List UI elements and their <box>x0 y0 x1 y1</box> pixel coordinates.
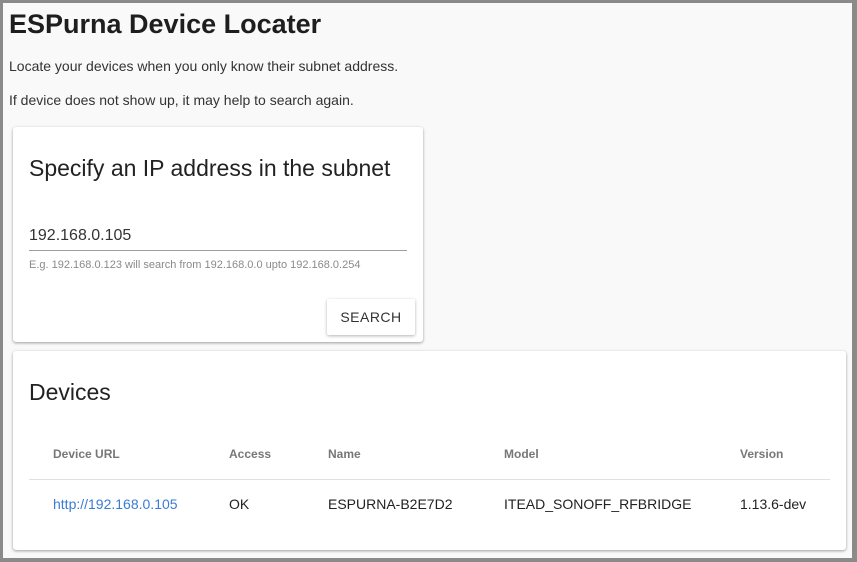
column-header-device-url[interactable]: Device URL <box>29 429 229 480</box>
device-url-link[interactable]: http://192.168.0.105 <box>53 496 178 512</box>
intro-text-locate: Locate your devices when you only know t… <box>9 58 399 74</box>
table-header-row: Device URL Access Name Model Version <box>29 429 830 480</box>
device-url-cell: http://192.168.0.105 <box>29 480 229 529</box>
page-title: ESPurna Device Locater <box>9 9 322 39</box>
device-model-cell: ITEAD_SONOFF_RFBRIDGE <box>504 496 692 512</box>
search-button[interactable]: SEARCH <box>327 299 415 335</box>
column-header-name[interactable]: Name <box>328 429 504 480</box>
search-card-title: Specify an IP address in the subnet <box>29 155 391 181</box>
column-header-model[interactable]: Model <box>504 429 740 480</box>
search-card: Specify an IP address in the subnet E.g.… <box>13 127 423 342</box>
page-frame: ESPurna Device Locater Locate your devic… <box>3 3 852 558</box>
ip-address-input[interactable] <box>29 222 407 251</box>
device-access-cell: OK <box>229 496 250 512</box>
table-row: http://192.168.0.105 OK ESPURNA-B2E7D2 I… <box>29 480 830 529</box>
devices-table: Device URL Access Name Model Version htt… <box>29 429 830 528</box>
intro-text-retry: If device does not show up, it may help … <box>9 92 354 108</box>
devices-card: Devices Device URL Access Name Model Ver… <box>13 351 846 550</box>
devices-card-title: Devices <box>29 379 111 405</box>
device-name-cell: ESPURNA-B2E7D2 <box>328 496 453 512</box>
column-header-access[interactable]: Access <box>229 429 328 480</box>
ip-input-hint: E.g. 192.168.0.123 will search from 192.… <box>29 259 361 271</box>
device-version-cell: 1.13.6-dev <box>740 496 807 512</box>
column-header-version[interactable]: Version <box>740 429 830 480</box>
